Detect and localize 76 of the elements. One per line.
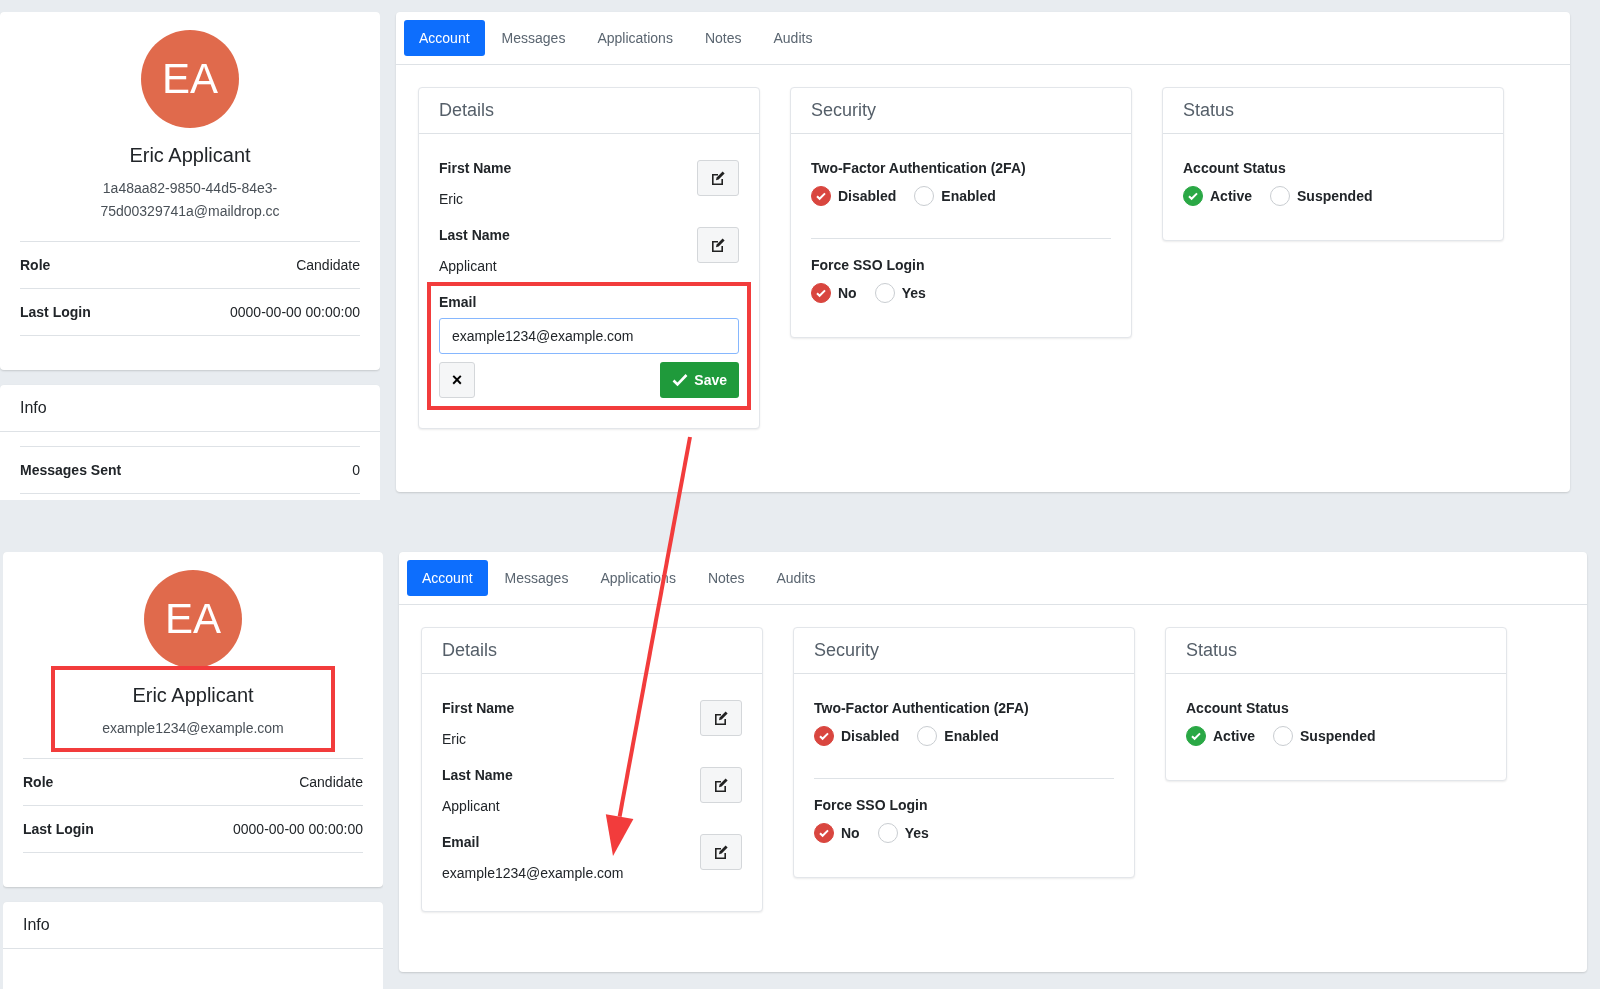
email-input[interactable]: example1234@example.com (439, 318, 739, 354)
card-title: Details (422, 628, 762, 674)
field-value: Applicant (439, 258, 498, 274)
field-value: example1234@example.com (442, 865, 624, 881)
radio-option[interactable]: Enabled (914, 186, 996, 206)
radio-option[interactable]: Disabled (811, 186, 897, 206)
row-value: 0 (352, 462, 360, 478)
profile-email: 1a48aa82-9850-44d5-84e3-75d00329741a@maildrop.cc (99, 179, 281, 221)
avatar: EA (144, 570, 242, 668)
check-icon (672, 373, 689, 387)
radio-option[interactable]: Suspended (1273, 726, 1376, 746)
radio-option[interactable]: No (814, 823, 860, 843)
profile-email: example1234@example.com (102, 719, 284, 738)
radio-option[interactable]: Yes (877, 823, 929, 843)
setting-label: Two-Factor Authentication (2FA) (811, 160, 1027, 176)
tab[interactable]: Applications (582, 20, 688, 56)
field-value: Applicant (442, 798, 501, 814)
card-title: Info (3, 902, 383, 949)
row-label: Last Login (20, 304, 91, 320)
setting-label: Force SSO Login (814, 797, 929, 813)
field-value: Eric (439, 191, 465, 207)
card-title: Status (1166, 628, 1506, 674)
tab[interactable]: Audits (758, 20, 828, 56)
tab[interactable]: Account (407, 560, 488, 596)
cancel-button[interactable]: × (439, 362, 475, 398)
tab[interactable]: Account (404, 20, 485, 56)
row-label: Last Login (23, 821, 94, 837)
tab[interactable]: Messages (489, 560, 584, 596)
radio-option[interactable]: Yes (874, 283, 926, 303)
radio-option[interactable]: Suspended (1270, 186, 1373, 206)
tab[interactable]: Notes (689, 20, 757, 56)
profile-name: Eric Applicant (132, 684, 254, 707)
row-label: Messages Sent (20, 462, 122, 478)
edit-icon (710, 237, 726, 253)
card-title: Security (794, 628, 1134, 674)
field-label: First Name (442, 700, 515, 716)
field-label: First Name (439, 160, 512, 176)
tab[interactable]: Messages (486, 20, 581, 56)
field-label: Email (442, 834, 481, 850)
card-title: Security (791, 88, 1131, 134)
edit-button[interactable] (700, 700, 742, 736)
edit-icon (713, 710, 729, 726)
save-button[interactable]: Save (660, 362, 739, 398)
setting-label: Account Status (1186, 700, 1290, 716)
edit-icon (710, 170, 726, 186)
edit-button[interactable] (700, 767, 742, 803)
row-label: Role (23, 774, 54, 790)
field-label: Last Name (439, 227, 510, 243)
edit-button[interactable] (700, 834, 742, 870)
card-title: Info (0, 385, 380, 432)
radio-option[interactable]: Enabled (917, 726, 999, 746)
radio-option[interactable]: Active (1183, 186, 1253, 206)
radio-option[interactable]: No (811, 283, 857, 303)
radio-option[interactable]: Active (1186, 726, 1256, 746)
row-label: Role (20, 257, 51, 273)
field-label: Last Name (442, 767, 513, 783)
edit-icon (713, 844, 729, 860)
radio-option[interactable]: Disabled (814, 726, 900, 746)
tab[interactable]: Audits (761, 560, 831, 596)
field-label: Email (439, 294, 478, 310)
edit-button[interactable] (697, 227, 739, 263)
profile-name: Eric Applicant (129, 144, 251, 167)
setting-label: Force SSO Login (811, 257, 926, 273)
avatar: EA (141, 30, 239, 128)
edit-button[interactable] (697, 160, 739, 196)
edit-icon (713, 777, 729, 793)
setting-label: Two-Factor Authentication (2FA) (814, 700, 1030, 716)
setting-label: Account Status (1183, 160, 1287, 176)
field-value: Eric (442, 731, 468, 747)
row-value: Candidate (296, 257, 360, 273)
row-value: 0000-00-00 00:00:00 (233, 821, 363, 837)
tab[interactable]: Notes (692, 560, 760, 596)
row-value: Candidate (299, 774, 363, 790)
row-value: 0000-00-00 00:00:00 (230, 304, 360, 320)
card-title: Status (1163, 88, 1503, 134)
card-title: Details (419, 88, 759, 134)
